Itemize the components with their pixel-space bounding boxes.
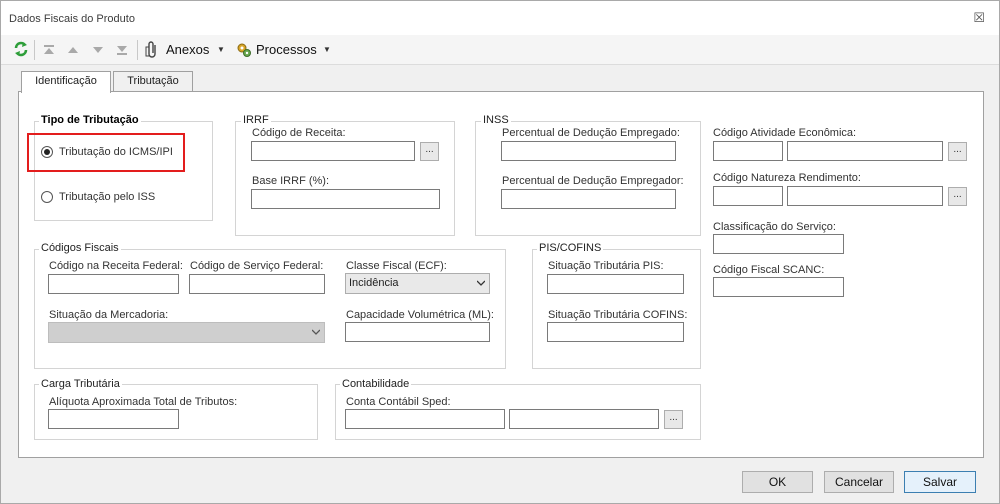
empregador-label: Percentual de Dedução Empregador: xyxy=(502,175,684,187)
empregado-label: Percentual de Dedução Empregado: xyxy=(502,127,680,139)
radio-iss-label[interactable]: Tributação pelo ISS xyxy=(59,191,155,203)
previous-record-icon[interactable] xyxy=(66,43,80,57)
close-icon[interactable]: ☒ xyxy=(973,11,985,24)
codigo-scanc-label: Código Fiscal SCANC: xyxy=(713,264,825,276)
natureza-rendimento-label: Código Natureza Rendimento: xyxy=(713,172,861,184)
conta-contabil-code-input[interactable] xyxy=(345,409,505,429)
save-button[interactable]: Salvar xyxy=(904,471,976,493)
chevron-down-icon xyxy=(477,280,485,286)
pis-cofins-legend: PIS/COFINS xyxy=(537,242,604,254)
radio-icms-ipi-label[interactable]: Tributação do ICMS/IPI xyxy=(59,146,173,158)
irrf-legend: IRRF xyxy=(241,114,271,126)
next-record-icon[interactable] xyxy=(91,43,105,57)
carga-tributaria-legend: Carga Tributária xyxy=(39,378,122,390)
paperclip-icon[interactable] xyxy=(145,41,161,59)
atividade-economica-label: Código Atividade Econômica: xyxy=(713,127,857,139)
first-record-icon[interactable] xyxy=(42,43,56,57)
classificacao-servico-label: Classificação do Serviço: xyxy=(713,221,836,233)
processos-menu-label[interactable]: Processos xyxy=(256,42,317,57)
base-irrf-label: Base IRRF (%): xyxy=(252,175,330,187)
contabilidade-legend: Contabilidade xyxy=(340,378,412,390)
natureza-rendimento-lookup-button[interactable]: ... xyxy=(948,187,967,206)
anexos-dropdown-icon[interactable]: ▼ xyxy=(217,45,225,54)
situacao-pis-label: Situação Tributária PIS: xyxy=(548,260,664,272)
toolbar-separator xyxy=(34,40,35,60)
servico-federal-label: Código de Serviço Federal: xyxy=(190,260,324,272)
situacao-pis-input[interactable] xyxy=(547,274,684,294)
tab-label: Identificação xyxy=(35,75,97,87)
gears-icon[interactable] xyxy=(235,41,253,59)
radio-iss[interactable] xyxy=(41,191,53,203)
atividade-economica-desc-input[interactable] xyxy=(787,141,943,161)
classe-fiscal-label: Classe Fiscal (ECF): xyxy=(346,260,447,272)
conta-contabil-desc-input[interactable] xyxy=(509,409,659,429)
title-bar: Dados Fiscais do Produto ☒ xyxy=(1,1,999,35)
chevron-down-icon xyxy=(312,329,320,335)
codigo-scanc-input[interactable] xyxy=(713,277,844,297)
refresh-icon[interactable] xyxy=(13,40,29,58)
codigos-fiscais-legend: Códigos Fiscais xyxy=(39,242,121,254)
toolbar: Anexos ▼ Processos ▼ xyxy=(1,35,999,65)
atividade-economica-code-input[interactable] xyxy=(713,141,783,161)
natureza-rendimento-code-input[interactable] xyxy=(713,186,783,206)
anexos-menu-label[interactable]: Anexos xyxy=(166,42,209,57)
classe-fiscal-value: Incidência xyxy=(349,277,399,289)
empregado-input[interactable] xyxy=(501,141,676,161)
receita-federal-input[interactable] xyxy=(48,274,179,294)
aliquota-input[interactable] xyxy=(48,409,179,429)
situacao-cofins-input[interactable] xyxy=(547,322,684,342)
conta-contabil-lookup-button[interactable]: ... xyxy=(664,410,683,429)
tipo-tributacao-legend: Tipo de Tributação xyxy=(39,114,141,126)
processos-dropdown-icon[interactable]: ▼ xyxy=(323,45,331,54)
servico-federal-input[interactable] xyxy=(189,274,325,294)
codigo-receita-lookup-button[interactable]: ... xyxy=(420,142,439,161)
classe-fiscal-select[interactable]: Incidência xyxy=(345,273,490,294)
receita-federal-label: Código na Receita Federal: xyxy=(49,260,183,272)
tab-identificacao[interactable]: Identificação xyxy=(21,71,111,93)
conta-contabil-label: Conta Contábil Sped: xyxy=(346,396,451,408)
inss-legend: INSS xyxy=(481,114,511,126)
situacao-mercadoria-select[interactable] xyxy=(48,322,325,343)
ok-button[interactable]: OK xyxy=(742,471,813,493)
codigo-receita-input[interactable] xyxy=(251,141,415,161)
tab-label: Tributação xyxy=(127,75,179,87)
toolbar-separator xyxy=(137,40,138,60)
cancel-button[interactable]: Cancelar xyxy=(824,471,894,493)
radio-icms-ipi[interactable] xyxy=(41,146,53,158)
aliquota-label: Alíquota Aproximada Total de Tributos: xyxy=(49,396,238,408)
capacidade-volumetrica-label: Capacidade Volumétrica (ML): xyxy=(346,309,494,321)
codigo-receita-label: Código de Receita: xyxy=(252,127,346,139)
situacao-mercadoria-label: Situação da Mercadoria: xyxy=(49,309,169,321)
window-title: Dados Fiscais do Produto xyxy=(9,13,135,25)
tab-tributacao[interactable]: Tributação xyxy=(113,71,193,91)
last-record-icon[interactable] xyxy=(115,43,129,57)
natureza-rendimento-desc-input[interactable] xyxy=(787,186,943,206)
dialog-window: Dados Fiscais do Produto ☒ Anexos ▼ Proc… xyxy=(0,0,1000,504)
classificacao-servico-input[interactable] xyxy=(713,234,844,254)
situacao-cofins-label: Situação Tributária COFINS: xyxy=(548,309,688,321)
base-irrf-input[interactable] xyxy=(251,189,440,209)
capacidade-volumetrica-input[interactable] xyxy=(345,322,490,342)
atividade-economica-lookup-button[interactable]: ... xyxy=(948,142,967,161)
empregador-input[interactable] xyxy=(501,189,676,209)
